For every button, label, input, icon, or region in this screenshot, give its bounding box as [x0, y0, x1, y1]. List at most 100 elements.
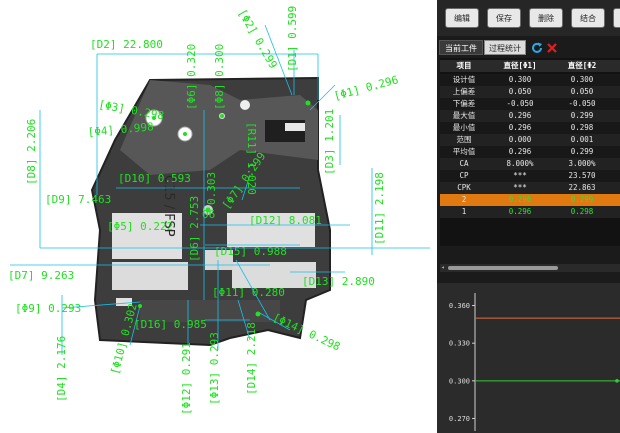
y-tick-label: 0.270: [449, 415, 470, 423]
header-phi1: 直径[Φ1]: [503, 61, 537, 70]
cell-phi2: 0.299: [570, 111, 594, 120]
row-label: CP: [459, 171, 469, 180]
cell-phi1: 0.296: [508, 207, 532, 216]
label-phi8: [Φ8] 0.300: [213, 44, 226, 110]
label-phi1: [Φ1] 0.296: [332, 73, 399, 103]
cell-phi1: ***: [513, 183, 527, 192]
refresh-icon[interactable]: [530, 41, 544, 55]
table-row[interactable]: CA 8.000% 3.000%: [440, 158, 620, 170]
cell-phi1: 0.296: [508, 195, 532, 204]
row-label: 上偏差: [452, 87, 476, 96]
cad-measurement-view[interactable]: C15 / FSP [D2] 22.800 [D1] 0.599 [Φ2] 0.…: [0, 0, 432, 433]
label-phi9: [Φ9] 0.293: [15, 302, 81, 315]
label-d7: [D7] 9.263: [8, 269, 74, 282]
cell-phi2: 0.050: [570, 87, 594, 96]
cell-phi2: 22.863: [568, 183, 596, 192]
cell-phi1: 0.296: [508, 147, 532, 156]
row-label: 1: [461, 207, 467, 216]
statistics-panel: 编辑 保存 删除 结合 当前工件 过程统计 项目 直径[Φ1] 直径[Φ2 设计…: [437, 0, 620, 433]
header-phi2: 直径[Φ2: [567, 61, 597, 70]
table-row[interactable]: 上偏差 0.050 0.050: [440, 86, 620, 98]
cell-phi2: 0.300: [570, 75, 594, 84]
edit-button[interactable]: 编辑: [445, 8, 479, 28]
scrollbar-thumb[interactable]: [448, 266, 558, 270]
cell-phi1: 0.296: [508, 111, 532, 120]
cell-phi1: ***: [513, 171, 527, 180]
toolbar: 编辑 保存 删除 结合: [437, 0, 620, 36]
row-label: CPK: [457, 183, 471, 192]
row-label: 下偏差: [452, 99, 476, 108]
row-label: 最小值: [452, 123, 476, 132]
label-d14: [D14] 2.218: [245, 322, 258, 395]
label-d11: [D11] 2.198: [373, 172, 386, 245]
label-d13: [D13] 2.890: [302, 275, 375, 288]
cell-phi2: 0.299: [570, 195, 594, 204]
delete-button[interactable]: 删除: [529, 8, 563, 28]
tab-process-statistics[interactable]: 过程统计: [484, 40, 526, 55]
label-phi11: [Φ11] 0.280: [212, 286, 285, 299]
y-tick-label: 0.300: [449, 377, 470, 385]
row-label: 设计值: [452, 75, 476, 84]
table-row[interactable]: 最大值 0.296 0.299: [440, 110, 620, 122]
cell-phi1: 0.300: [508, 75, 532, 84]
label-d15: [D15] 0.988: [214, 245, 287, 258]
tab-current-workpiece[interactable]: 当前工件: [439, 40, 483, 55]
table-row[interactable]: 1 0.296 0.298: [440, 206, 620, 218]
label-phi12: [Φ12] 0.291: [180, 342, 193, 415]
part-slot-bright: [285, 123, 305, 131]
table-row[interactable]: 最小值 0.296 0.298: [440, 122, 620, 134]
row-label: CA: [459, 159, 469, 168]
header-item: 项目: [456, 61, 472, 70]
label-phi2: [Φ2] 0.299: [235, 7, 279, 71]
table-row[interactable]: CP *** 23.570: [440, 170, 620, 182]
label-d3: [D3] 1.201: [323, 109, 336, 175]
cell-phi1: -0.050: [506, 99, 534, 108]
scroll-left-icon[interactable]: ◂: [441, 264, 447, 272]
cell-phi2: 23.570: [568, 171, 596, 180]
label-d10: [D10] 0.593: [118, 172, 191, 185]
cell-phi1: 0.050: [508, 87, 532, 96]
table-row-selected[interactable]: 2 0.296 0.299: [440, 194, 620, 206]
label-phi6: [Φ6] 0.320: [185, 44, 198, 110]
cell-phi1: 0.000: [508, 135, 532, 144]
table-header-row: 项目 直径[Φ1] 直径[Φ2: [440, 60, 620, 72]
marker-phi4: [183, 132, 187, 136]
hole-r11: [240, 100, 250, 110]
cad-drawing: C15 / FSP [D2] 22.800 [D1] 0.599 [Φ2] 0.…: [8, 6, 430, 415]
close-icon[interactable]: [545, 41, 559, 55]
label-d8: [D8] 2.206: [25, 119, 38, 185]
y-tick-label: 0.360: [449, 302, 470, 310]
table-row[interactable]: 设计值 0.300 0.300: [440, 74, 620, 86]
label-tag06: 06: [202, 208, 215, 221]
cell-phi1: 8.000%: [506, 159, 534, 168]
label-d16: [D16] 0.985: [134, 318, 207, 331]
label-phi5: [Φ5] 0.222: [107, 220, 173, 233]
table-row[interactable]: 下偏差 -0.050 -0.050: [440, 98, 620, 110]
data-point: [615, 379, 619, 383]
more-button[interactable]: [613, 8, 620, 28]
row-label: 范围: [456, 135, 472, 144]
statistics-table: 项目 直径[Φ1] 直径[Φ2 设计值 0.300 0.300 上偏差 0.050 0.…: [440, 58, 620, 246]
table-row[interactable]: 平均值 0.296 0.299: [440, 146, 620, 158]
label-mid-303: 0.303: [205, 172, 218, 205]
horizontal-scrollbar[interactable]: ◂: [440, 264, 620, 272]
cell-phi2: 0.298: [570, 207, 594, 216]
label-d6: [D6] 2.753: [188, 196, 201, 262]
save-button[interactable]: 保存: [487, 8, 521, 28]
label-phi13: [Φ13] 0.293: [208, 332, 221, 405]
combine-button[interactable]: 结合: [571, 8, 605, 28]
marker-phi8: [220, 114, 224, 118]
row-label: 2: [461, 195, 467, 204]
cell-phi1: 0.296: [508, 123, 532, 132]
part-pad-lower-left: [112, 262, 188, 290]
cell-phi2: 0.001: [570, 135, 594, 144]
marker-phi1: [305, 100, 311, 106]
cell-phi2: -0.050: [568, 99, 596, 108]
table-row[interactable]: CPK *** 22.863: [440, 182, 620, 194]
row-label: 最大值: [452, 111, 476, 120]
marker-phi14: [255, 311, 261, 317]
table-row[interactable]: 范围 0.000 0.001: [440, 134, 620, 146]
label-d1: [D1] 0.599: [286, 6, 299, 72]
tab-bar: 当前工件 过程统计: [437, 40, 620, 56]
row-label: 平均值: [452, 147, 476, 156]
